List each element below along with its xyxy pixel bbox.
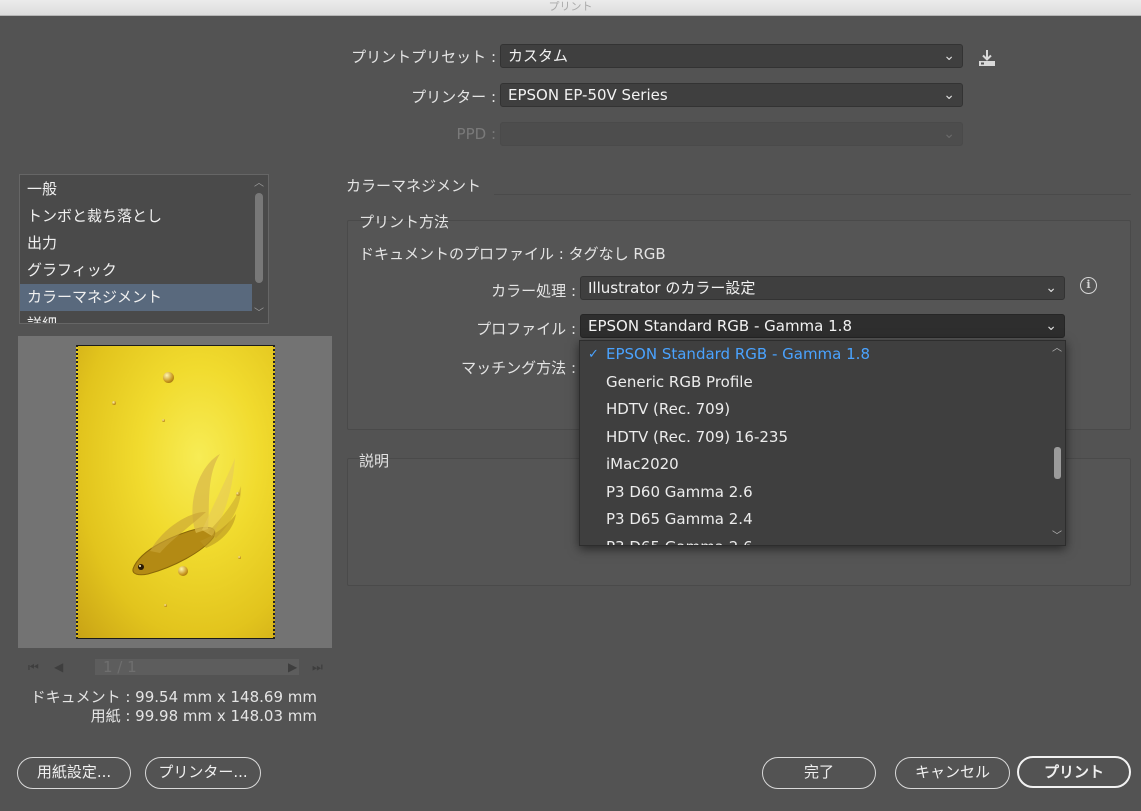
section-divider — [494, 194, 1131, 195]
print-preset-select[interactable]: カスタム ⌄ — [500, 44, 963, 68]
print-method-title: プリント方法 — [359, 213, 450, 231]
scroll-up-icon[interactable]: ︿ — [1051, 344, 1063, 354]
profile-option-p3-d60-2-6[interactable]: P3 D60 Gamma 2.6 — [580, 479, 1065, 507]
sidebar-item-general[interactable]: 一般 — [20, 176, 252, 203]
profile-dropdown-menu[interactable]: ✓ EPSON Standard RGB - Gamma 1.8 Generic… — [579, 340, 1066, 546]
chevron-down-icon: ⌄ — [1045, 318, 1057, 334]
chevron-down-icon: ⌄ — [943, 48, 955, 64]
settings-category-list[interactable]: 一般 トンボと裁ち落とし 出力 グラフィック カラーマネジメント 詳細 ︿ ﹀ — [19, 174, 269, 324]
profile-option-p3-d65-2-4[interactable]: P3 D65 Gamma 2.4 — [580, 506, 1065, 534]
sidebar-item-marks-and-bleed[interactable]: トンボと裁ち落とし — [20, 203, 252, 230]
chevron-down-icon: ⌄ — [943, 87, 955, 103]
profile-option-epson-standard-rgb[interactable]: ✓ EPSON Standard RGB - Gamma 1.8 — [580, 341, 1065, 369]
profile-option-hdtv-709-16-235[interactable]: HDTV (Rec. 709) 16-235 — [580, 424, 1065, 452]
profile-value: EPSON Standard RGB - Gamma 1.8 — [588, 317, 852, 335]
dropdown-scrollbar[interactable]: ︿ ﹀ — [1049, 341, 1065, 545]
sidebar-item-color-management[interactable]: カラーマネジメント — [20, 284, 252, 311]
sidebar-item-output[interactable]: 出力 — [20, 230, 252, 257]
sidebar-item-advanced[interactable]: 詳細 — [20, 311, 252, 323]
profile-option-hdtv-709[interactable]: HDTV (Rec. 709) — [580, 396, 1065, 424]
color-handling-value: Illustrator のカラー設定 — [588, 279, 756, 297]
option-label: HDTV (Rec. 709) 16-235 — [606, 427, 789, 446]
color-handling-select[interactable]: Illustrator のカラー設定 ⌄ — [580, 276, 1065, 300]
printer-label: プリンター : — [411, 88, 496, 106]
goldfish-image — [132, 454, 242, 576]
print-button[interactable]: プリント — [1017, 756, 1131, 788]
sidebar-item-graphics[interactable]: グラフィック — [20, 257, 252, 284]
save-preset-icon[interactable] — [976, 48, 998, 68]
color-handling-label: カラー処理 : — [491, 282, 576, 300]
window-titlebar: プリント — [0, 0, 1141, 16]
option-label: EPSON Standard RGB - Gamma 1.8 — [606, 345, 870, 363]
info-icon[interactable]: i — [1080, 277, 1097, 294]
scroll-down-icon[interactable]: ﹀ — [252, 309, 266, 319]
prev-page-icon[interactable]: ◀ — [54, 656, 63, 678]
ppd-select: ⌄ — [500, 122, 963, 146]
scroll-thumb[interactable] — [1054, 447, 1061, 479]
ppd-label: PPD : — [456, 125, 496, 143]
first-page-icon[interactable]: ⏮ — [28, 656, 39, 678]
page-number-input[interactable]: 1 / 1 — [94, 658, 300, 676]
sidebar-scrollbar[interactable]: ︿ ﹀ — [252, 177, 266, 321]
printer-button[interactable]: プリンター... — [145, 757, 261, 789]
description-title: 説明 — [359, 452, 390, 470]
last-page-icon[interactable]: ⏭ — [312, 656, 323, 678]
option-label: P3 D65 Gamma 2.4 — [606, 510, 753, 528]
matching-method-label: マッチング方法 : — [461, 359, 576, 377]
profile-label: プロファイル : — [476, 320, 576, 338]
next-page-icon[interactable]: ▶ — [288, 656, 297, 678]
window-title: プリント — [548, 0, 593, 13]
preview-pager: ⏮ ◀ 1 / 1 ▶ ⏭ — [22, 656, 330, 678]
option-label: P3 D60 Gamma 2.6 — [606, 482, 753, 501]
page-setup-button[interactable]: 用紙設定... — [17, 757, 131, 789]
chevron-down-icon: ⌄ — [1045, 280, 1057, 296]
paper-size: 用紙 : 99.98 mm x 148.03 mm — [90, 707, 317, 725]
cancel-button[interactable]: キャンセル — [895, 757, 1010, 789]
profile-option-p3-d65-2-6[interactable]: P3 D65 Gamma 2.6 — [580, 534, 1065, 546]
option-label: Generic RGB Profile — [606, 372, 753, 391]
option-label: iMac2020 — [606, 455, 679, 473]
scroll-up-icon[interactable]: ︿ — [252, 179, 266, 189]
option-label: HDTV (Rec. 709) — [606, 400, 731, 418]
checkmark-icon: ✓ — [588, 347, 599, 362]
scroll-thumb[interactable] — [255, 193, 263, 283]
option-label: P3 D65 Gamma 2.6 — [606, 538, 753, 546]
section-title: カラーマネジメント — [346, 177, 482, 195]
profile-select[interactable]: EPSON Standard RGB - Gamma 1.8 ⌄ — [580, 314, 1065, 338]
print-preset-label: プリントプリセット : — [351, 48, 496, 66]
done-button[interactable]: 完了 — [762, 757, 876, 789]
document-profile-text: ドキュメントのプロファイル : タグなし RGB — [359, 245, 666, 263]
preview-artwork — [76, 345, 275, 639]
document-size: ドキュメント : 99.54 mm x 148.69 mm — [30, 688, 317, 706]
printer-select[interactable]: EPSON EP-50V Series ⌄ — [500, 83, 963, 107]
scroll-down-icon[interactable]: ﹀ — [1051, 532, 1063, 542]
print-preset-value: カスタム — [508, 47, 569, 65]
profile-option-imac2020[interactable]: iMac2020 — [580, 451, 1065, 479]
chevron-down-icon: ⌄ — [943, 126, 955, 142]
printer-value: EPSON EP-50V Series — [508, 86, 668, 104]
profile-option-generic-rgb[interactable]: Generic RGB Profile — [580, 369, 1065, 397]
